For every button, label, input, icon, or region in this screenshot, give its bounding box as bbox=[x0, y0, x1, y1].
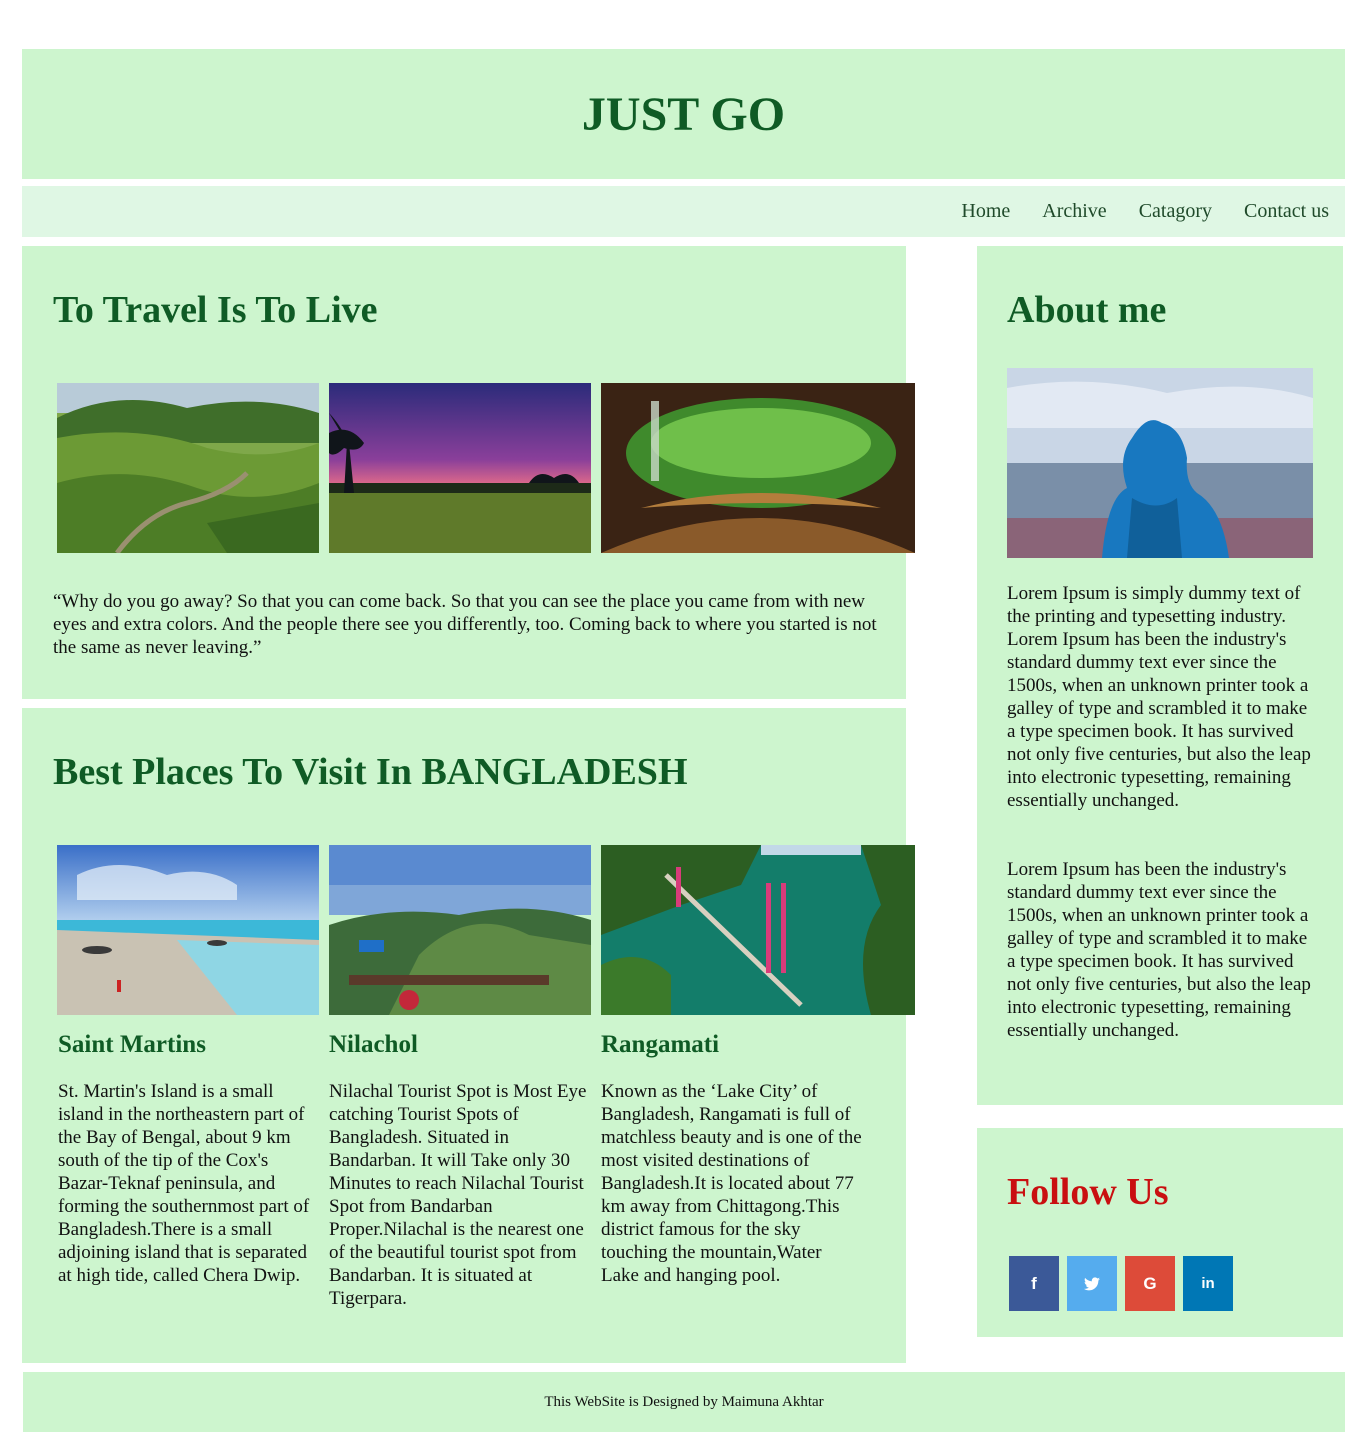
place-title: Saint Martins bbox=[58, 1031, 206, 1058]
nav-archive[interactable]: Archive bbox=[1042, 200, 1106, 223]
site-title: JUST GO bbox=[581, 87, 786, 141]
nav-contact-us[interactable]: Contact us bbox=[1244, 200, 1329, 223]
facebook-icon[interactable]: f bbox=[1009, 1256, 1059, 1311]
follow-section: Follow Us f G in bbox=[977, 1128, 1343, 1337]
travel-section: To Travel Is To Live “Why do you go away… bbox=[22, 246, 915, 699]
travel-heading: To Travel Is To Live bbox=[53, 289, 378, 331]
linkedin-icon[interactable]: in bbox=[1183, 1256, 1233, 1311]
place-title: Nilachol bbox=[329, 1031, 418, 1058]
twitter-icon[interactable] bbox=[1067, 1256, 1117, 1311]
about-heading: About me bbox=[1007, 289, 1167, 331]
main-nav: Home Archive Catagory Contact us bbox=[22, 186, 1345, 237]
cave-forest-image bbox=[601, 383, 915, 553]
follow-heading: Follow Us bbox=[1007, 1171, 1169, 1213]
place-description: Known as the ‘Lake City’ of Bangladesh, … bbox=[601, 1081, 862, 1286]
place-description: Nilachal Tourist Spot is Most Eye catchi… bbox=[329, 1081, 587, 1309]
place-description: St. Martin's Island is a small island in… bbox=[58, 1081, 310, 1286]
google-icon[interactable]: G bbox=[1125, 1256, 1175, 1311]
about-section: About me Lorem Ipsum is simply dummy tex… bbox=[977, 246, 1343, 1105]
hills-image bbox=[57, 383, 319, 553]
social-links: f G in bbox=[1009, 1256, 1233, 1311]
travel-quote: “Why do you go away? So that you can com… bbox=[53, 591, 877, 658]
footer-text: This WebSite is Designed by Maimuna Akht… bbox=[544, 1393, 824, 1410]
site-header: JUST GO bbox=[22, 49, 1345, 179]
places-section: Best Places To Visit In BANGLADESH Saint… bbox=[22, 708, 915, 1363]
place-title: Rangamati bbox=[601, 1031, 720, 1058]
about-image bbox=[1007, 368, 1313, 558]
rangamati-image bbox=[601, 845, 915, 1015]
nav-home[interactable]: Home bbox=[961, 200, 1010, 223]
saint-martins-image bbox=[57, 845, 319, 1015]
about-paragraph-1: Lorem Ipsum is simply dummy text of the … bbox=[1007, 583, 1311, 811]
about-paragraph-2: Lorem Ipsum has been the industry's stan… bbox=[1007, 859, 1311, 1041]
places-heading: Best Places To Visit In BANGLADESH bbox=[53, 751, 688, 793]
site-footer: This WebSite is Designed by Maimuna Akht… bbox=[23, 1372, 1345, 1432]
nilachol-image bbox=[329, 845, 591, 1015]
nav-catagory[interactable]: Catagory bbox=[1139, 200, 1212, 223]
sunset-image bbox=[329, 383, 591, 553]
